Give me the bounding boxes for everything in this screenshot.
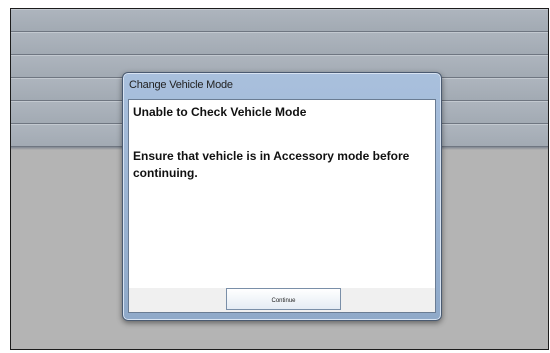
screenshot-frame: Change Vehicle Mode Unable to Check Vehi… [0, 0, 550, 353]
continue-button[interactable]: Continue [226, 288, 341, 310]
dialog-footer: Continue [128, 288, 436, 313]
background-row [11, 32, 548, 55]
application-window: Change Vehicle Mode Unable to Check Vehi… [10, 8, 549, 350]
dialog-heading: Unable to Check Vehicle Mode [133, 105, 307, 119]
dialog-title: Change Vehicle Mode [129, 79, 233, 91]
dialog-message: Ensure that vehicle is in Accessory mode… [133, 149, 410, 180]
background-row [11, 9, 548, 32]
dialog-body: Unable to Check Vehicle Mode Ensure that… [128, 99, 436, 289]
change-vehicle-mode-dialog: Change Vehicle Mode Unable to Check Vehi… [122, 72, 442, 321]
